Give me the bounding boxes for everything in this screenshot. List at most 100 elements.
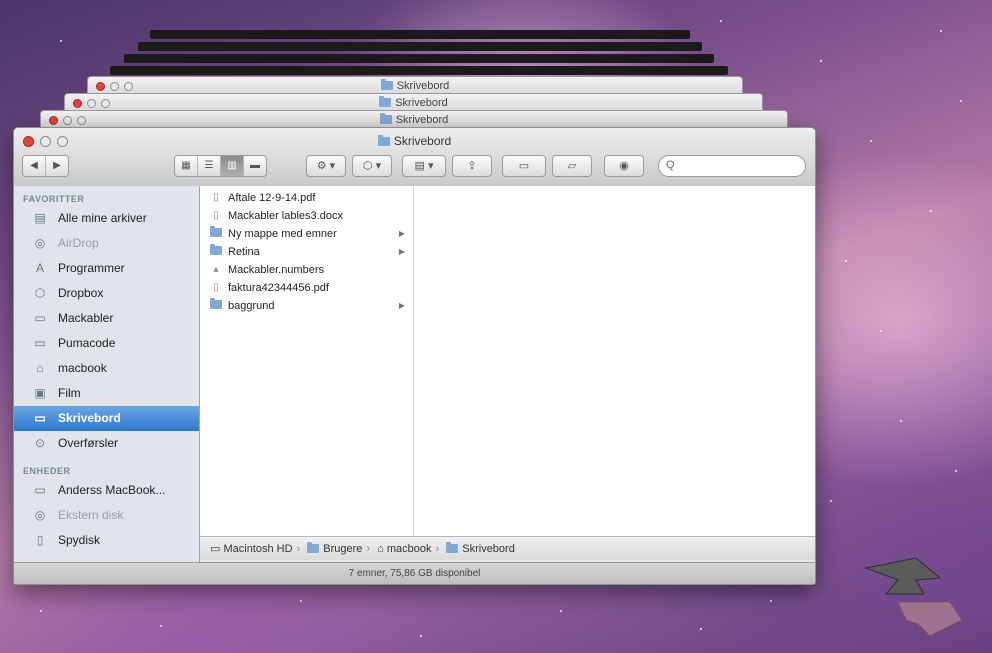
sidebar-item-label: Dropbox	[58, 286, 104, 300]
window-title-text: Skrivebord	[395, 114, 449, 126]
column-view-button[interactable]: ▥	[221, 156, 244, 176]
dropbox-menu-button[interactable]: ⬡ ▾	[352, 155, 392, 177]
sidebar-item-ekstern-disk[interactable]: ◎ Ekstern disk	[14, 503, 199, 528]
search-icon: Q	[666, 159, 675, 171]
sidebar-item-label: Spydisk	[58, 533, 101, 547]
window-title: Skrivebord	[41, 113, 787, 126]
back-button[interactable]: ◀	[23, 156, 46, 176]
back-forward-buttons: ◀ ▶	[22, 155, 69, 177]
sidebar-item-label: Mackabler	[58, 311, 114, 325]
window-stack-edge	[110, 66, 728, 75]
window-title: Skrivebord	[14, 134, 815, 148]
path-item[interactable]: macbook	[387, 543, 432, 555]
sidebar: FAVORITTER ▤ Alle mine arkiver ◎ AirDrop A…	[14, 186, 200, 562]
file-name: faktura42344456.pdf	[228, 282, 329, 294]
sidebar-section-devices: ENHEDER	[23, 466, 71, 476]
chevron-right-icon: ›	[435, 543, 440, 555]
share-button[interactable]: ⇪	[452, 155, 492, 177]
sidebar-item-all-files[interactable]: ▤ Alle mine arkiver	[14, 206, 199, 231]
disclosure-arrow-icon: ▶	[398, 301, 405, 310]
numbers-file-icon: ▴	[213, 264, 219, 275]
sidebar-item-dropbox[interactable]: ⬡ Dropbox	[14, 281, 199, 306]
computer-icon: ▭	[34, 483, 46, 497]
path-item[interactable]: Macintosh HD	[223, 543, 292, 555]
arrange-menu-button[interactable]: ▤ ▾	[402, 155, 446, 177]
sidebar-item-film[interactable]: ▣ Film	[14, 381, 199, 406]
toolbar: ◀ ▶ ▦ ☰ ▥ ▬ ⚙ ▾ ⬡ ▾ ▤ ▾ ⇪ ▭ ▱ ◉ Q	[14, 152, 815, 182]
sidebar-item-label: Pumacode	[58, 336, 116, 350]
folder-icon	[380, 79, 393, 90]
sidebar-item-label: Ekstern disk	[58, 508, 124, 522]
list-item[interactable]: ▯ Aftale 12-9-14.pdf	[200, 189, 413, 207]
sidebar-item-macbook-device[interactable]: ▭ Anderss MacBook...	[14, 478, 199, 503]
list-item[interactable]: baggrund ▶	[200, 297, 413, 315]
folder-icon	[379, 113, 392, 124]
sidebar-section-favorites: FAVORITTER	[23, 194, 85, 204]
empty-column[interactable]	[414, 186, 815, 536]
disclosure-arrow-icon: ▶	[398, 247, 405, 256]
folder-icon	[379, 96, 392, 107]
forward-button[interactable]: ▶	[46, 156, 68, 176]
folder-icon	[377, 135, 390, 146]
action-menu-button[interactable]: ⚙ ▾	[306, 155, 346, 177]
drive-icon: ▯	[36, 533, 44, 547]
sidebar-item-mackabler[interactable]: ▭ Mackabler	[14, 306, 199, 331]
sidebar-item-pumacode[interactable]: ▭ Pumacode	[14, 331, 199, 356]
file-name: Aftale 12-9-14.pdf	[228, 192, 316, 204]
window-title: Skrivebord	[65, 96, 762, 109]
airdrop-icon: ◎	[34, 236, 46, 250]
chevron-right-icon: ›	[366, 543, 371, 555]
list-item[interactable]: ▯ Mackabler lables3.docx	[200, 207, 413, 225]
folder-icon	[210, 244, 222, 258]
folder-action-button[interactable]: ▱	[552, 155, 592, 177]
pdf-file-icon: ▯	[213, 282, 219, 293]
sidebar-item-label: Overførsler	[58, 436, 118, 450]
list-item[interactable]: Ny mappe med emner ▶	[200, 225, 413, 243]
film-icon: ▣	[34, 386, 46, 400]
list-view-button[interactable]: ☰	[198, 156, 221, 176]
sidebar-item-spydisk[interactable]: ▯ Spydisk	[14, 528, 199, 553]
downloads-icon: ⊙	[34, 436, 46, 450]
sidebar-item-overforsler[interactable]: ⊙ Overførsler	[14, 431, 199, 456]
sidebar-item-macbook[interactable]: ⌂ macbook	[14, 356, 199, 381]
sidebar-item-skrivebord[interactable]: ▭ Skrivebord	[14, 406, 199, 431]
folder-icon	[210, 298, 222, 309]
folder-icon	[210, 298, 222, 312]
list-item[interactable]: ▯ faktura42344456.pdf	[200, 279, 413, 297]
home-icon: ⌂	[377, 543, 384, 555]
file-name: Ny mappe med emner	[228, 228, 337, 240]
path-item[interactable]: Skrivebord	[462, 543, 515, 555]
folder-icon	[210, 226, 222, 237]
folder-icon	[210, 244, 222, 255]
dropbox-icon: ⬡	[34, 286, 46, 300]
desktop-icon: ▭	[34, 411, 46, 425]
icon-view-button[interactable]: ▦	[175, 156, 198, 176]
sidebar-item-programmer[interactable]: A Programmer	[14, 256, 199, 281]
folder-icon	[210, 226, 222, 240]
folder-icon	[446, 542, 459, 553]
get-info-button[interactable]: ◉	[604, 155, 644, 177]
window-stack-edge	[138, 42, 702, 51]
disclosure-arrow-icon: ▶	[398, 229, 405, 238]
path-item[interactable]: Brugere	[323, 543, 362, 555]
sidebar-item-airdrop[interactable]: ◎ AirDrop	[14, 231, 199, 256]
sidebar-item-label: Programmer	[58, 261, 125, 275]
file-name: Mackabler.numbers	[228, 264, 324, 276]
window-title-text: Skrivebord	[393, 134, 452, 148]
list-item[interactable]: ▴ Mackabler.numbers	[200, 261, 413, 279]
hard-disk-icon: ▭	[210, 543, 221, 555]
search-field[interactable]: Q	[658, 155, 806, 177]
window-stack-flip-icon[interactable]	[858, 550, 968, 640]
sidebar-item-label: Skrivebord	[58, 411, 121, 425]
home-icon: ⌂	[36, 361, 44, 375]
label-button[interactable]: ▭	[502, 155, 546, 177]
sidebar-item-label: Alle mine arkiver	[58, 211, 147, 225]
title-bar[interactable]: Skrivebord ◀ ▶ ▦ ☰ ▥ ▬ ⚙ ▾ ⬡ ▾ ▤ ▾ ⇪ ▭ ▱ …	[14, 128, 815, 187]
coverflow-view-button[interactable]: ▬	[244, 156, 266, 176]
file-name: Mackabler lables3.docx	[228, 210, 343, 222]
list-item[interactable]: Retina ▶	[200, 243, 413, 261]
file-column: ▯ Aftale 12-9-14.pdf ▯ Mackabler lables3.d…	[200, 186, 414, 536]
chevron-right-icon: ›	[296, 543, 301, 555]
status-bar: 7 emner, 75,86 GB disponibel	[14, 562, 815, 584]
sidebar-item-label: macbook	[58, 361, 107, 375]
